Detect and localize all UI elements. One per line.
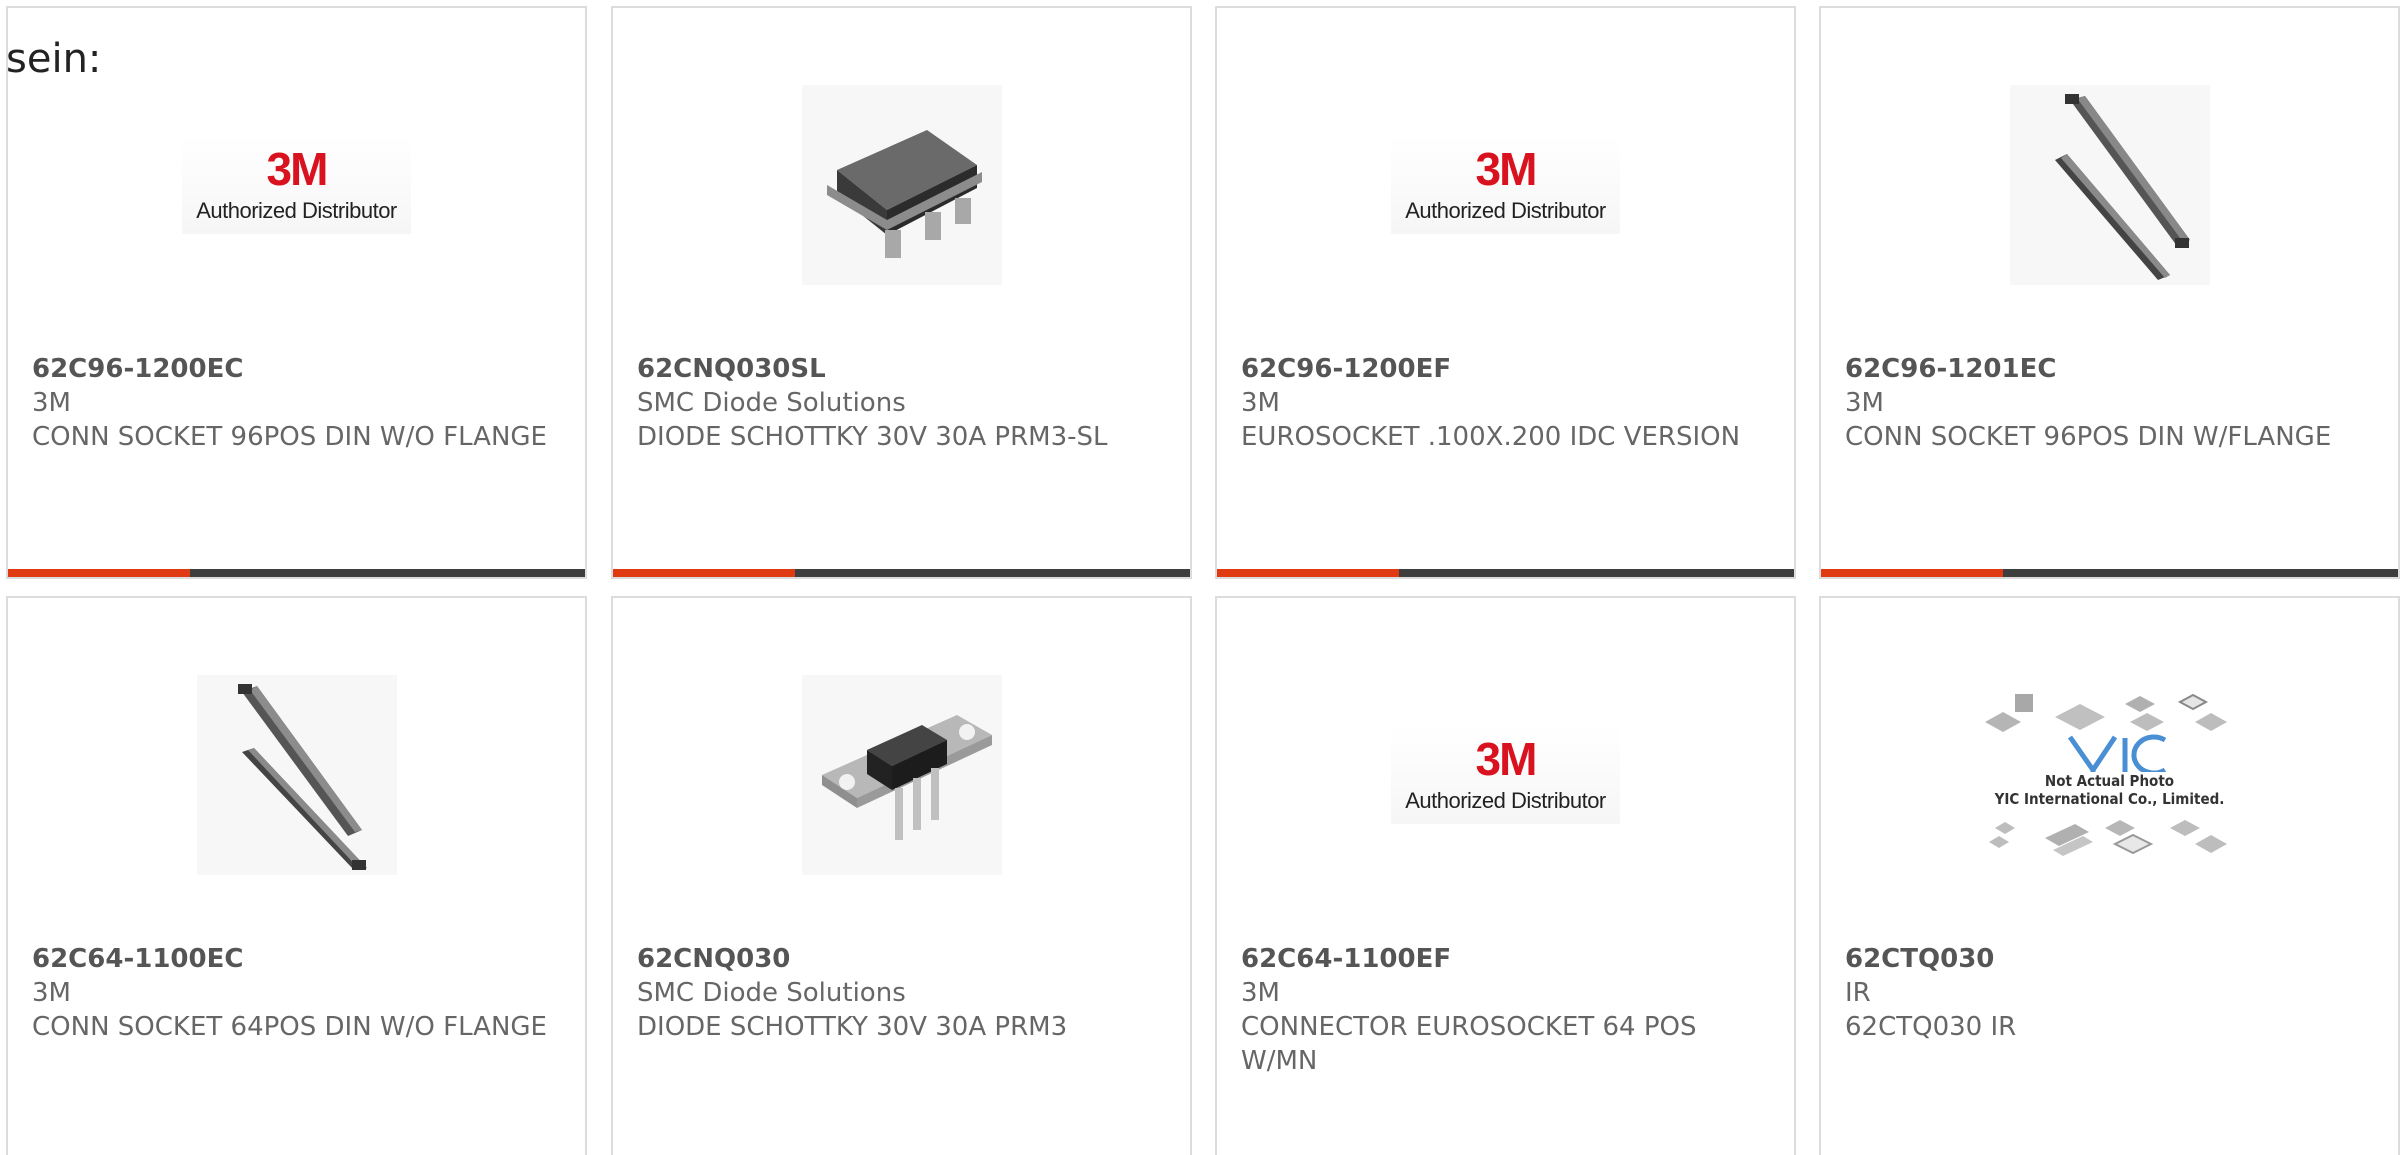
yic-caption: Not Actual Photo YIC International Co., … [1995,772,2225,808]
product-card[interactable]: 62CNQ030SL SMC Diode Solutions DIODE SCH… [611,6,1192,579]
3m-logo-subtitle: Authorized Distributor [1405,198,1606,223]
3m-logo-mark: 3M [1475,733,1538,785]
manufacturer: 3M [1241,978,1280,1008]
card-progress-bar [1217,569,1794,577]
3m-logo: 3M Authorized Distributor [1391,726,1620,824]
3m-logo-mark: 3M [1475,143,1538,195]
product-image[interactable] [613,70,1190,300]
manufacturer: IR [1845,978,1871,1008]
card-progress-accent [613,569,795,577]
part-number[interactable]: 62C96-1200EF [1241,352,1770,386]
manufacturer: 3M [32,388,71,418]
card-progress-accent [1821,569,2003,577]
manufacturer: SMC Diode Solutions [637,978,906,1008]
diode-smd-icon [826,130,982,258]
part-number[interactable]: 62C96-1200EC [32,352,561,386]
lead-text: sein: [6,36,102,82]
card-progress-accent [8,569,190,577]
description: DIODE SCHOTTKY 30V 30A PRM3-SL [637,422,1108,452]
description: CONN SOCKET 96POS DIN W/FLANGE [1845,422,2332,452]
description: 62CTQ030 IR [1845,1012,2017,1042]
connector-rails-photo [2009,85,2210,285]
diode-tab-photo [801,675,1002,875]
product-card[interactable]: 3M Authorized Distributor 62C96-1200EC 3… [6,6,587,579]
product-image[interactable]: 3M Authorized Distributor [8,70,585,300]
connector-rails-icon [237,684,367,870]
product-card[interactable]: 62C96-1201EC 3M CONN SOCKET 96POS DIN W/… [1819,6,2400,579]
description: CONN SOCKET 96POS DIN W/O FLANGE [32,422,547,452]
product-card[interactable]: 3M Authorized Distributor 62C64-1100EF 3… [1215,596,1796,1155]
description: CONN SOCKET 64POS DIN W/O FLANGE [32,1012,547,1042]
product-card[interactable]: 62C64-1100EC 3M CONN SOCKET 64POS DIN W/… [6,596,587,1155]
part-number[interactable]: 62C64-1100EC [32,942,561,976]
manufacturer: 3M [1845,388,1884,418]
product-info: 62CNQ030SL SMC Diode Solutions DIODE SCH… [637,352,1166,454]
product-card[interactable]: 3M Authorized Distributor 62C96-1200EF 3… [1215,6,1796,579]
card-progress-bar [613,569,1190,577]
product-image[interactable] [8,660,585,890]
product-info: 62C96-1201EC 3M CONN SOCKET 96POS DIN W/… [1845,352,2374,454]
card-progress-bar [1821,569,2398,577]
product-image[interactable]: 3M Authorized Distributor [1217,70,1794,300]
product-card[interactable]: Not Actual Photo YIC International Co., … [1819,596,2400,1155]
chip-packages-top-icon [1984,693,2227,772]
part-number[interactable]: 62CNQ030 [637,942,1166,976]
yic-caption-line1: Not Actual Photo [2044,772,2175,790]
product-image[interactable]: 3M Authorized Distributor [1217,660,1794,890]
part-number[interactable]: 62C64-1100EF [1241,942,1770,976]
connector-rails-icon [2054,94,2190,280]
manufacturer: SMC Diode Solutions [637,388,906,418]
part-number[interactable]: 62C96-1201EC [1845,352,2374,386]
card-progress-accent [1217,569,1399,577]
diode-tab-icon [821,715,992,840]
product-image[interactable] [613,660,1190,890]
product-info: 62C64-1100EF 3M CONNECTOR EUROSOCKET 64 … [1241,942,1770,1078]
product-image[interactable] [1821,70,2398,300]
product-image[interactable]: Not Actual Photo YIC International Co., … [1821,660,2398,890]
3m-logo-mark: 3M [266,143,329,195]
product-info: 62CTQ030 IR 62CTQ030 IR [1845,942,2374,1044]
3m-logo-subtitle: Authorized Distributor [1405,788,1606,813]
description: DIODE SCHOTTKY 30V 30A PRM3 [637,1012,1068,1042]
3m-logo: 3M Authorized Distributor [182,136,411,234]
connector-rails-photo [196,675,397,875]
product-card[interactable]: 62CNQ030 SMC Diode Solutions DIODE SCHOT… [611,596,1192,1155]
manufacturer: 3M [32,978,71,1008]
description: EUROSOCKET .100X.200 IDC VERSION [1241,422,1741,452]
product-info: 62C96-1200EC 3M CONN SOCKET 96POS DIN W/… [32,352,561,454]
3m-logo-subtitle: Authorized Distributor [196,198,397,223]
diode-smd-photo [801,85,1002,285]
part-number[interactable]: 62CTQ030 [1845,942,2374,976]
description: CONNECTOR EUROSOCKET 64 POS W/MN [1241,1012,1697,1076]
yic-caption-line2: YIC International Co., Limited. [1994,790,2225,808]
manufacturer: 3M [1241,388,1280,418]
yic-placeholder: Not Actual Photo YIC International Co., … [1975,655,2245,895]
product-grid-page: sein: 3M Authorized Distributor 62C96-12… [0,0,2400,1155]
3m-logo: 3M Authorized Distributor [1391,136,1620,234]
product-info: 62C64-1100EC 3M CONN SOCKET 64POS DIN W/… [32,942,561,1044]
part-number[interactable]: 62CNQ030SL [637,352,1166,386]
product-info: 62CNQ030 SMC Diode Solutions DIODE SCHOT… [637,942,1166,1044]
card-progress-bar [8,569,585,577]
chip-packages-bottom-icon [1988,820,2227,856]
product-info: 62C96-1200EF 3M EUROSOCKET .100X.200 IDC… [1241,352,1770,454]
